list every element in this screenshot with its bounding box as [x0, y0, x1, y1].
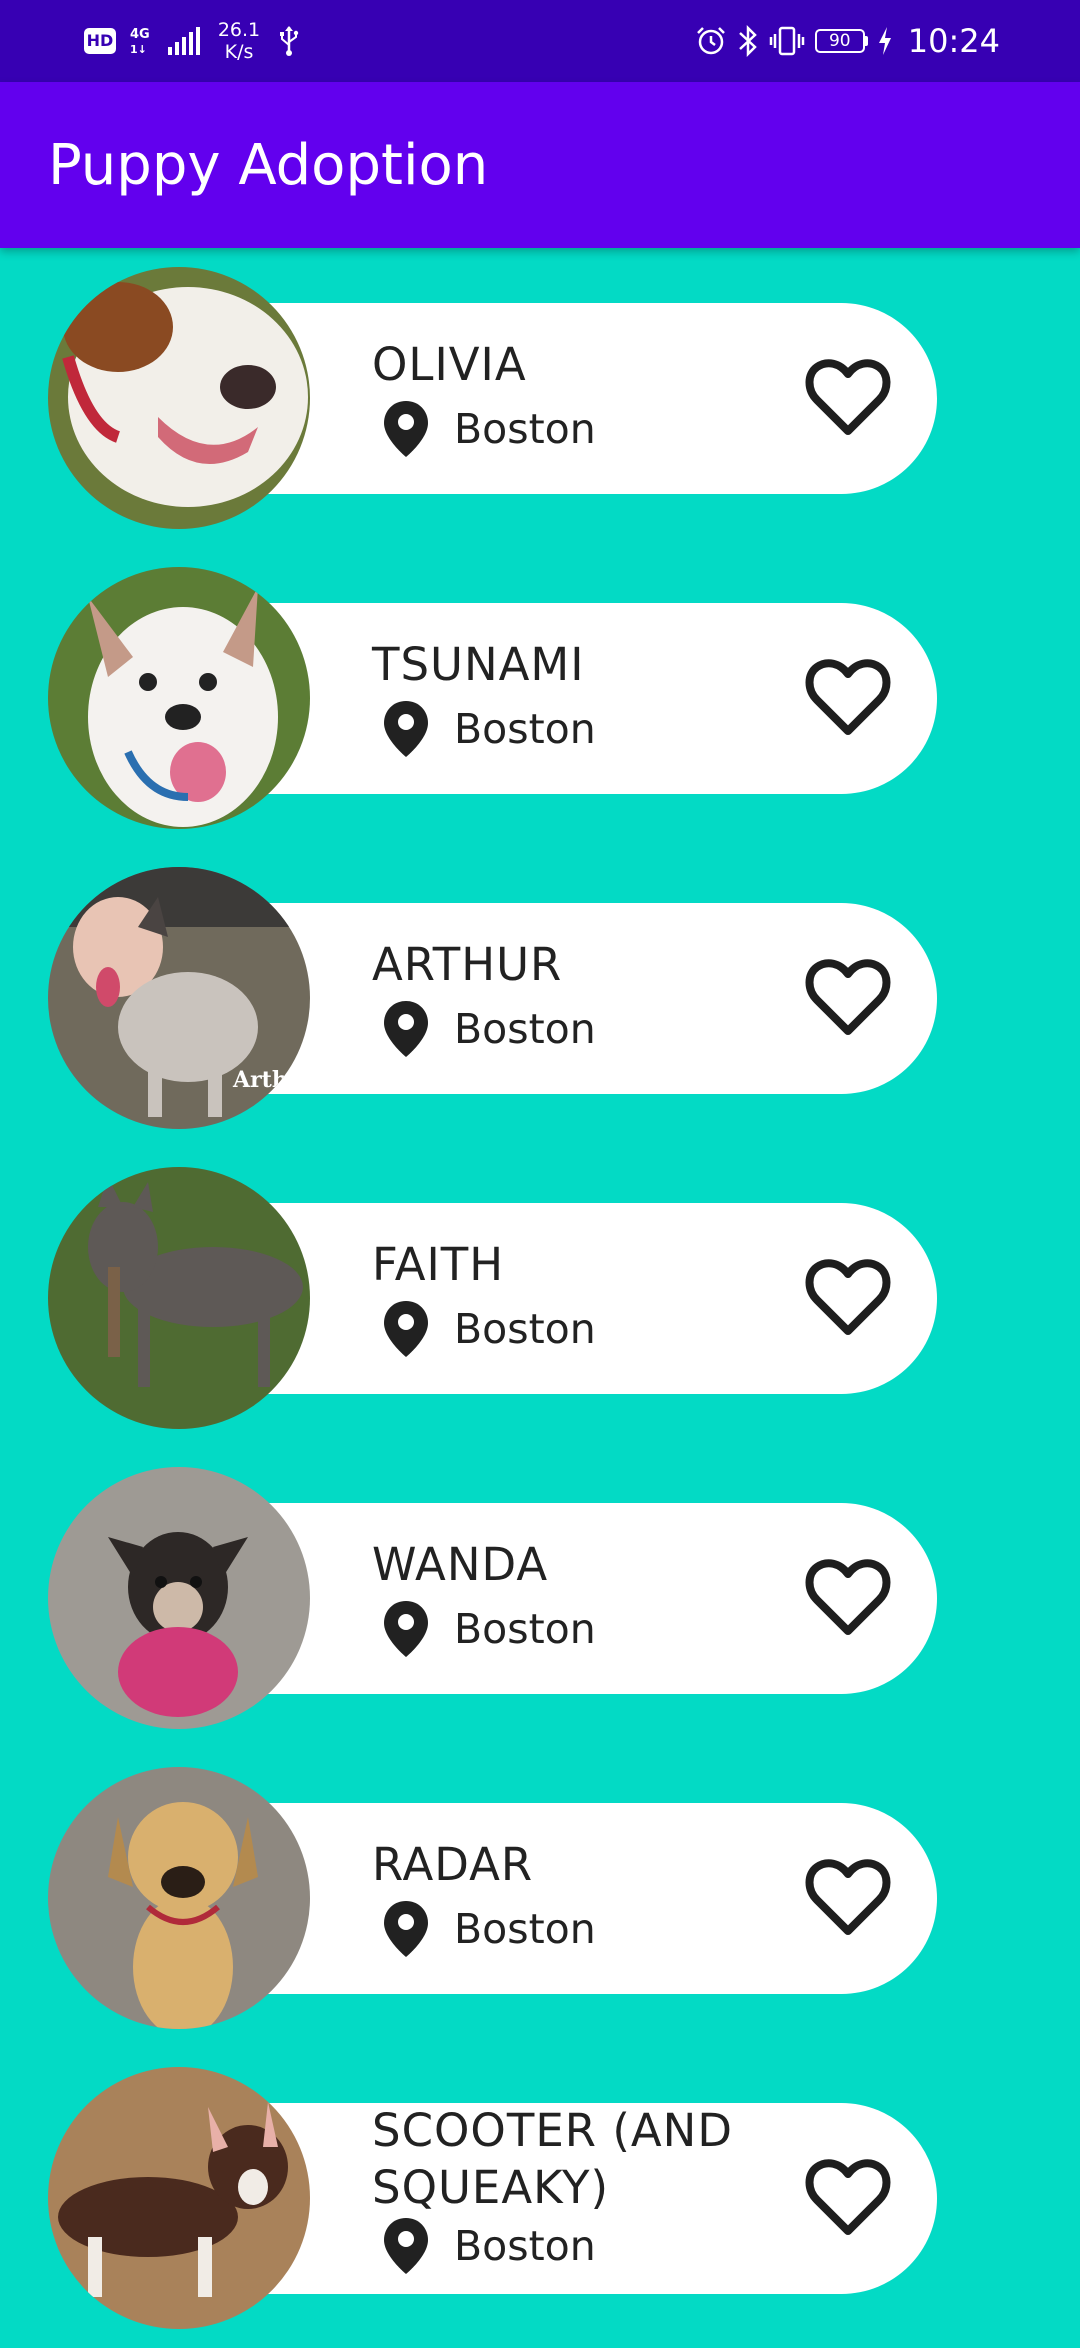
puppy-photo: [48, 1767, 310, 2029]
puppy-list-item[interactable]: OLIVIA Boston: [0, 248, 1080, 548]
favorite-heart-icon[interactable]: [805, 2158, 891, 2238]
app-bar: Puppy Adoption: [0, 82, 1080, 248]
puppy-name: FAITH: [372, 1238, 505, 1291]
network-speed-unit: K/s: [224, 41, 254, 63]
puppy-name: RADAR: [372, 1838, 534, 1891]
puppy-photo: [48, 567, 310, 829]
location-pin-icon: [382, 399, 430, 459]
puppy-location: Boston: [372, 699, 792, 759]
puppy-list-item[interactable]: TSUNAMI Boston: [0, 548, 1080, 848]
location-pin-icon: [382, 999, 430, 1059]
signal-strength-icon: [168, 27, 200, 55]
puppy-photo: [48, 2067, 310, 2329]
puppy-city: Boston: [454, 404, 596, 453]
puppy-photo: Arth: [48, 867, 310, 1129]
puppy-info: FAITH Boston: [372, 1236, 792, 1359]
puppy-info: OLIVIA Boston: [372, 336, 792, 459]
status-right: 90 10:24: [695, 18, 1000, 64]
puppy-list-item[interactable]: RADAR Boston: [0, 1748, 1080, 2048]
puppy-location: Boston: [372, 1299, 792, 1359]
location-pin-icon: [382, 1899, 430, 1959]
network-speed: 26.1 K/s: [214, 19, 264, 63]
favorite-heart-icon[interactable]: [805, 658, 891, 738]
favorite-heart-icon[interactable]: [805, 958, 891, 1038]
puppy-list-item[interactable]: Arth ARTHUR Boston: [0, 848, 1080, 1148]
puppy-name: TSUNAMI: [372, 638, 585, 691]
network-type: 4G 1↓: [130, 26, 154, 56]
network-type-label: 4G: [130, 27, 150, 42]
puppy-city: Boston: [454, 704, 596, 753]
puppy-name: ARTHUR: [372, 938, 563, 991]
puppy-list-item[interactable]: SCOOTER (AND SQUEAKY) Boston: [0, 2048, 1080, 2348]
puppy-photo: [48, 1167, 310, 1429]
puppy-city: Boston: [454, 1604, 596, 1653]
location-pin-icon: [382, 2216, 430, 2276]
location-pin-icon: [382, 1599, 430, 1659]
clock: 10:24: [907, 22, 1000, 60]
favorite-heart-icon[interactable]: [805, 1258, 891, 1338]
location-pin-icon: [382, 1299, 430, 1359]
puppy-photo: [48, 267, 310, 529]
status-bar: HD 4G 1↓ 26.1 K/s 90 10:24: [0, 0, 1080, 82]
location-pin-icon: [382, 699, 430, 759]
puppy-city: Boston: [454, 1904, 596, 1953]
puppy-name: OLIVIA: [372, 338, 527, 391]
usb-icon: [278, 25, 300, 57]
network-activity-label: 1↓: [130, 43, 147, 56]
favorite-heart-icon[interactable]: [805, 1858, 891, 1938]
network-speed-value: 26.1: [217, 19, 261, 41]
puppy-info: TSUNAMI Boston: [372, 636, 792, 759]
puppy-name: WANDA: [372, 1538, 549, 1591]
puppy-city: Boston: [454, 1004, 596, 1053]
puppy-city: Boston: [454, 2221, 596, 2270]
alarm-icon: [695, 25, 727, 57]
puppy-location: Boston: [372, 1899, 792, 1959]
vibrate-icon: [769, 25, 805, 57]
puppy-location: Boston: [372, 399, 792, 459]
hd-badge: HD: [84, 28, 116, 54]
bluetooth-icon: [737, 24, 759, 58]
battery-icon: 90: [814, 29, 868, 53]
puppy-photo: [48, 1467, 310, 1729]
puppy-location: Boston: [372, 1599, 792, 1659]
puppy-city: Boston: [454, 1304, 596, 1353]
puppy-name: SCOOTER (AND SQUEAKY): [372, 2104, 733, 2214]
favorite-heart-icon[interactable]: [805, 1558, 891, 1638]
puppy-info: SCOOTER (AND SQUEAKY) Boston: [372, 2102, 792, 2276]
status-left: HD 4G 1↓ 26.1 K/s: [84, 18, 300, 64]
puppy-location: Boston: [372, 2216, 792, 2276]
puppy-info: WANDA Boston: [372, 1536, 792, 1659]
puppy-info: RADAR Boston: [372, 1836, 792, 1959]
puppy-location: Boston: [372, 999, 792, 1059]
favorite-heart-icon[interactable]: [805, 358, 891, 438]
puppy-list-item[interactable]: FAITH Boston: [0, 1148, 1080, 1448]
charging-icon: [878, 26, 892, 56]
puppy-list-item[interactable]: WANDA Boston: [0, 1448, 1080, 1748]
battery-level: 90: [814, 29, 865, 53]
app-title: Puppy Adoption: [48, 133, 489, 198]
puppy-info: ARTHUR Boston: [372, 936, 792, 1059]
